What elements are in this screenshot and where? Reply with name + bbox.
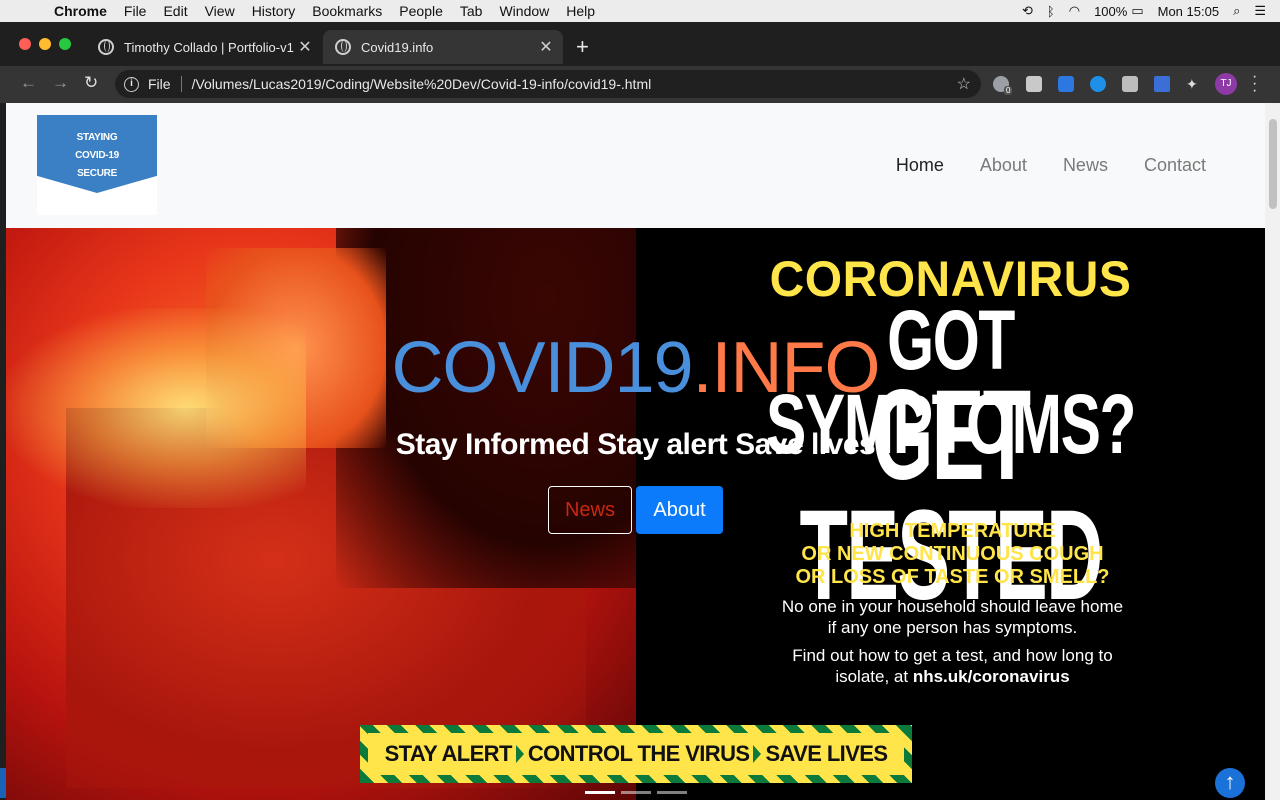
- scroll-to-top-button[interactable]: ↑: [1215, 768, 1245, 798]
- forward-arrow-icon[interactable]: →: [52, 73, 69, 93]
- menu-edit[interactable]: Edit: [163, 3, 187, 19]
- scheme-label: File: [148, 76, 171, 92]
- menu-window[interactable]: Window: [499, 3, 549, 19]
- browser-window: Timothy Collado | Portfolio-v1 ✕ Covid19…: [0, 22, 1280, 103]
- extension-wave-icon[interactable]: [1154, 76, 1170, 92]
- profile-avatar[interactable]: TJ: [1215, 73, 1237, 95]
- site-logo[interactable]: STAYING COVID-19 SECURE: [37, 115, 157, 215]
- new-tab-button[interactable]: +: [576, 34, 589, 60]
- notification-center-icon[interactable]: ☰: [1254, 3, 1266, 19]
- mac-menu-bar: Chrome File Edit View History Bookmarks …: [0, 0, 1280, 22]
- time-machine-icon[interactable]: ⟲: [1022, 3, 1033, 19]
- hero-subtitle: Stay Informed Stay alert Save lives: [395, 428, 876, 461]
- extension-cube-icon[interactable]: [1058, 76, 1074, 92]
- tab-title: Timothy Collado | Portfolio-v1: [124, 39, 294, 55]
- close-window-button[interactable]: [19, 38, 31, 50]
- carousel-indicator[interactable]: [657, 791, 687, 794]
- carousel-indicators: [585, 791, 687, 794]
- battery-percent[interactable]: 100%: [1094, 4, 1127, 19]
- nav-home[interactable]: Home: [896, 155, 944, 176]
- menu-tab[interactable]: Tab: [460, 3, 483, 19]
- tab-portfolio[interactable]: Timothy Collado | Portfolio-v1 ✕: [86, 30, 322, 64]
- chevron-right-icon: [515, 745, 524, 763]
- tab-title: Covid19.info: [361, 39, 434, 55]
- nav-news[interactable]: News: [1063, 155, 1108, 176]
- hero-about-button[interactable]: About: [636, 486, 723, 534]
- poster-nhs-link: nhs.uk/coronavirus: [912, 667, 1070, 686]
- site-info-icon[interactable]: i: [124, 76, 139, 92]
- close-tab-icon[interactable]: ✕: [535, 37, 557, 57]
- stay-alert-banner: STAY ALERT CONTROL THE VIRUS SAVE LIVES: [360, 725, 912, 783]
- bluetooth-icon[interactable]: ᛒ: [1047, 4, 1055, 19]
- menu-people[interactable]: People: [399, 3, 443, 19]
- extension-badge: 0: [1004, 86, 1013, 95]
- reload-icon[interactable]: ↻: [84, 73, 98, 93]
- battery-icon[interactable]: ▭: [1131, 3, 1143, 19]
- hero-carousel: CORONAVIRUS GOT SYMPTOMS? GET TESTED HIG…: [6, 228, 1265, 800]
- carousel-indicator[interactable]: [621, 791, 651, 794]
- close-tab-icon[interactable]: ✕: [294, 37, 316, 57]
- wifi-icon[interactable]: ◠: [1069, 3, 1080, 19]
- window-controls: [19, 38, 71, 50]
- spotlight-search-icon[interactable]: ⌕: [1233, 3, 1240, 19]
- clock[interactable]: Mon 15:05: [1158, 4, 1219, 19]
- chrome-menu-icon[interactable]: · · ·: [1252, 69, 1257, 99]
- web-page: STAYING COVID-19 SECURE Home About News …: [6, 103, 1265, 800]
- nav-contact[interactable]: Contact: [1144, 155, 1206, 176]
- tab-covid19-info[interactable]: Covid19.info ✕: [323, 30, 563, 64]
- poster-warning: HIGH TEMPERATURE OR NEW CONTINUOUS COUGH…: [795, 520, 1110, 588]
- poster-body-1: No one in your household should leave ho…: [781, 597, 1124, 637]
- menu-view[interactable]: View: [205, 3, 235, 19]
- carousel-indicator[interactable]: [585, 791, 615, 794]
- menu-bookmarks[interactable]: Bookmarks: [312, 3, 382, 19]
- browser-toolbar: ← → ↻ i File /Volumes/Lucas2019/Coding/W…: [0, 66, 1280, 103]
- page-scrollbar[interactable]: [1265, 103, 1280, 800]
- extension-font-icon[interactable]: [1122, 76, 1138, 92]
- globe-icon: [335, 39, 351, 55]
- url-text[interactable]: /Volumes/Lucas2019/Coding/Website%20Dev/…: [192, 76, 957, 92]
- hero-title: COVID19.INFO: [391, 328, 880, 408]
- nhs-poster: CORONAVIRUS GOT SYMPTOMS? GET TESTED HIG…: [636, 228, 1265, 800]
- minimize-window-button[interactable]: [39, 38, 51, 50]
- menu-help[interactable]: Help: [566, 3, 595, 19]
- site-navbar: STAYING COVID-19 SECURE Home About News …: [6, 103, 1265, 228]
- address-separator: [180, 76, 182, 92]
- address-bar[interactable]: i File /Volumes/Lucas2019/Coding/Website…: [115, 70, 981, 98]
- nav-about[interactable]: About: [980, 155, 1027, 176]
- menu-history[interactable]: History: [252, 3, 296, 19]
- scrollbar-thumb[interactable]: [1269, 119, 1277, 209]
- chevron-right-icon: [753, 745, 762, 763]
- globe-icon: [98, 39, 114, 55]
- poster-body-2: Find out how to get a test, and how long…: [792, 646, 1113, 686]
- coughing-woman-photo: [6, 228, 636, 800]
- extensions-menu-icon[interactable]: ✦: [1186, 76, 1202, 92]
- hero-news-button[interactable]: News: [548, 486, 632, 534]
- back-arrow-icon[interactable]: ←: [20, 73, 37, 93]
- extension-hp-icon[interactable]: [1090, 76, 1106, 92]
- menu-file[interactable]: File: [124, 3, 147, 19]
- extension-puzzle-icon[interactable]: [1026, 76, 1042, 92]
- logo-text: STAYING COVID-19 SECURE: [75, 132, 119, 179]
- zoom-window-button[interactable]: [59, 38, 71, 50]
- menu-app-name[interactable]: Chrome: [54, 3, 107, 19]
- bookmark-star-icon[interactable]: ☆: [957, 74, 971, 94]
- nav-links: Home About News Contact: [896, 155, 1206, 176]
